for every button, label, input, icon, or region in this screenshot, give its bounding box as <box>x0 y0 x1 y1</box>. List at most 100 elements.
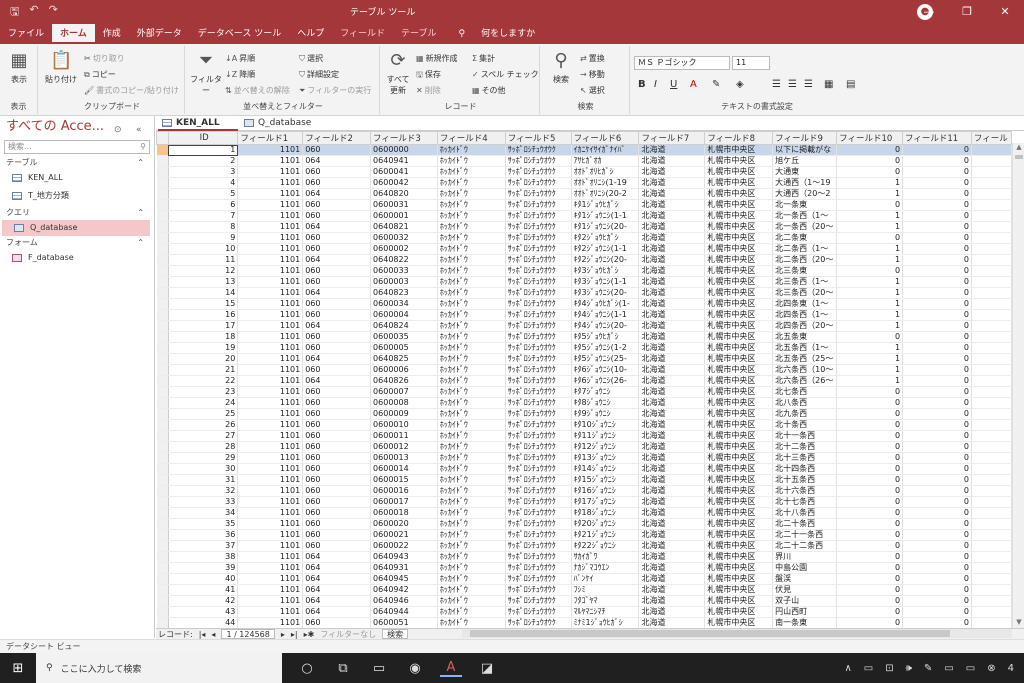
nav-section-forms[interactable]: フォーム ⌃ <box>0 236 154 250</box>
copy-button[interactable]: ⧉ コピー <box>84 69 116 80</box>
battery-icon[interactable]: ▭ <box>864 663 873 674</box>
table-cell[interactable]: 20 <box>168 353 239 365</box>
table-cell[interactable]: 0 <box>902 276 972 288</box>
table-cell[interactable]: 双子山 <box>772 595 838 607</box>
table-cell[interactable]: 0640821 <box>370 221 438 233</box>
table-cell[interactable]: 0600001 <box>370 210 438 222</box>
nav-section-queries[interactable]: クエリ ⌃ <box>0 206 154 220</box>
table-cell[interactable]: ｷﾀ1ｼﾞｮｳﾋｶﾞｼ <box>571 199 640 211</box>
table-cell[interactable]: 札幌市中央区 <box>704 364 774 376</box>
table-cell[interactable]: 0 <box>902 584 972 596</box>
table-row[interactable]: 24 1101 060 0600008 ﾎｯｶｲﾄﾞｳ ｻｯﾎﾟﾛｼﾁｭｳｵｳｸ ｷﾀ8ｼﾞ… <box>156 397 1012 409</box>
table-cell[interactable]: ﾎｯｶｲﾄﾞｳ <box>437 353 506 365</box>
table-cell[interactable]: 0600010 <box>370 419 438 431</box>
record-selector[interactable] <box>156 606 169 618</box>
underline-button[interactable]: U <box>670 79 677 90</box>
table-cell[interactable]: 23 <box>168 386 239 398</box>
view-button[interactable]: ▦ 表示 <box>4 50 34 85</box>
table-cell[interactable] <box>971 452 1012 464</box>
table-cell[interactable]: 1 <box>836 375 904 387</box>
table-cell[interactable]: 0 <box>836 518 904 530</box>
table-row[interactable]: 8 1101 064 0640821 ﾎｯｶｲﾄﾞｳ ｻｯﾎﾟﾛｼﾁｭｳｵｳｸ ｷﾀ1ｼﾞｮ… <box>156 221 1012 233</box>
table-cell[interactable]: 円山西町 <box>772 606 838 618</box>
table-cell[interactable]: ﾎｯｶｲﾄﾞｳ <box>437 331 506 343</box>
table-cell[interactable]: 0600020 <box>370 518 438 530</box>
table-cell[interactable]: 北海道 <box>638 430 706 442</box>
record-selector[interactable] <box>156 221 169 233</box>
table-cell[interactable]: 0640942 <box>370 584 438 596</box>
column-header[interactable]: フィールド1 <box>237 131 304 145</box>
table-cell[interactable]: 大通西（1～19 <box>772 177 838 189</box>
table-cell[interactable]: ｻｯﾎﾟﾛｼﾁｭｳｵｳｸ <box>505 617 572 628</box>
sort-ascending-button[interactable]: ↓A 昇順 <box>225 53 255 64</box>
table-cell[interactable]: ﾎｯｶｲﾄﾞｳ <box>437 617 506 628</box>
column-header[interactable]: フィールド9 <box>772 131 838 145</box>
table-cell[interactable]: 0 <box>902 386 972 398</box>
table-cell[interactable]: ﾎｯｶｲﾄﾞｳ <box>437 342 506 354</box>
table-cell[interactable] <box>971 221 1012 233</box>
horizontal-scrollbar[interactable] <box>462 629 1012 638</box>
table-cell[interactable]: ｷﾀ4ｼﾞｮｳﾋｶﾞｼ(1- <box>571 298 640 310</box>
table-cell[interactable]: 14 <box>168 287 239 299</box>
table-cell[interactable]: 0600041 <box>370 166 438 178</box>
table-cell[interactable]: 43 <box>168 606 239 618</box>
table-cell[interactable]: ｻｯﾎﾟﾛｼﾁｭｳｵｳｸ <box>505 287 572 299</box>
table-cell[interactable]: 7 <box>168 210 239 222</box>
table-cell[interactable]: 0 <box>902 287 972 299</box>
file-explorer-icon[interactable]: ▭ <box>368 661 390 676</box>
table-cell[interactable]: 0 <box>902 188 972 200</box>
record-selector[interactable] <box>156 463 169 475</box>
windows-start-icon[interactable]: ⊞ <box>0 661 36 676</box>
table-row[interactable]: 22 1101 064 0640826 ﾎｯｶｲﾄﾞｳ ｻｯﾎﾟﾛｼﾁｭｳｵｳｸ ｷﾀ6ｼﾞ… <box>156 375 1012 387</box>
table-cell[interactable]: 0600022 <box>370 540 438 552</box>
table-cell[interactable]: ｷﾀ22ｼﾞｮｳﾆｼ <box>571 540 640 552</box>
column-header[interactable]: フィールド11 <box>902 131 972 145</box>
table-cell[interactable]: 0 <box>902 485 972 497</box>
table-cell[interactable]: 0 <box>902 606 972 618</box>
table-row[interactable]: 5 1101 064 0640820 ﾎｯｶｲﾄﾞｳ ｻｯﾎﾟﾛｼﾁｭｳｵｳｸ ｵｵﾄﾞｵﾘ… <box>156 188 1012 200</box>
table-cell[interactable]: 北海道 <box>638 518 706 530</box>
minimize-button[interactable]: — <box>910 0 948 24</box>
record-selector[interactable] <box>156 287 169 299</box>
table-cell[interactable]: 0 <box>902 331 972 343</box>
table-cell[interactable]: 060 <box>302 441 372 453</box>
select-button[interactable]: ↖ 選択 <box>580 85 605 96</box>
table-cell[interactable]: 札幌市中央区 <box>704 485 774 497</box>
record-selector[interactable] <box>156 540 169 552</box>
table-cell[interactable]: 北海道 <box>638 331 706 343</box>
table-cell[interactable]: 札幌市中央区 <box>704 551 774 563</box>
table-cell[interactable]: ｻｯﾎﾟﾛｼﾁｭｳｵｳｸ <box>505 309 572 321</box>
table-cell[interactable]: ｵｵﾄﾞｵﾘﾋｶﾞｼ <box>571 166 640 178</box>
table-cell[interactable]: ｻｯﾎﾟﾛｼﾁｭｳｵｳｸ <box>505 188 572 200</box>
table-cell[interactable]: 1101 <box>237 155 304 167</box>
table-row[interactable]: 38 1101 064 0640943 ﾎｯｶｲﾄﾞｳ ｻｯﾎﾟﾛｼﾁｭｳｵｳｸ ｻｶｲｶﾞ… <box>156 551 1012 563</box>
gridlines-icon[interactable]: ▦ <box>824 79 833 90</box>
table-cell[interactable]: ﾊﾞﾝｹｲ <box>571 573 640 585</box>
table-cell[interactable]: ｷﾀ21ｼﾞｮｳﾆｼ <box>571 529 640 541</box>
table-cell[interactable]: 北海道 <box>638 243 706 255</box>
table-cell[interactable]: ﾎｯｶｲﾄﾞｳ <box>437 397 506 409</box>
table-cell[interactable]: 北海道 <box>638 606 706 618</box>
record-selector[interactable] <box>156 353 169 365</box>
table-cell[interactable]: 札幌市中央区 <box>704 386 774 398</box>
table-cell[interactable]: 0 <box>902 441 972 453</box>
tell-me-box[interactable]: 何をしますか <box>473 24 543 44</box>
table-cell[interactable]: 北海道 <box>638 265 706 277</box>
table-row[interactable]: 4 1101 060 0600042 ﾎｯｶｲﾄﾞｳ ｻｯﾎﾟﾛｼﾁｭｳｵｳｸ ｵｵﾄﾞｵﾘ… <box>156 177 1012 189</box>
table-cell[interactable]: 32 <box>168 485 239 497</box>
table-cell[interactable]: 1101 <box>237 243 304 255</box>
table-row[interactable]: 9 1101 060 0600032 ﾎｯｶｲﾄﾞｳ ｻｯﾎﾟﾛｼﾁｭｳｵｳｸ ｷﾀ2ｼﾞｮ… <box>156 232 1012 244</box>
table-cell[interactable]: 0640823 <box>370 287 438 299</box>
table-cell[interactable]: 0 <box>836 606 904 618</box>
table-row[interactable]: 18 1101 060 0600035 ﾎｯｶｲﾄﾞｳ ｻｯﾎﾟﾛｼﾁｭｳｵｳｸ ｷﾀ5ｼﾞ… <box>156 331 1012 343</box>
table-cell[interactable]: 0 <box>902 254 972 266</box>
table-cell[interactable] <box>971 397 1012 409</box>
cut-button[interactable]: ✂ 切り取り <box>84 53 125 64</box>
table-row[interactable]: 37 1101 060 0600022 ﾎｯｶｲﾄﾞｳ ｻｯﾎﾟﾛｼﾁｭｳｵｳｸ ｷﾀ22ｼ… <box>156 540 1012 552</box>
table-cell[interactable]: ｷﾀ6ｼﾞｮｳﾆｼ(26- <box>571 375 640 387</box>
table-cell[interactable]: 0640820 <box>370 188 438 200</box>
table-cell[interactable]: 0640931 <box>370 562 438 574</box>
table-cell[interactable]: ﾎｯｶｲﾄﾞｳ <box>437 430 506 442</box>
table-cell[interactable]: ﾎｯｶｲﾄﾞｳ <box>437 573 506 585</box>
table-cell[interactable]: ﾐﾅﾐ1ｼﾞｮｳﾋｶﾞｼ <box>571 617 640 628</box>
